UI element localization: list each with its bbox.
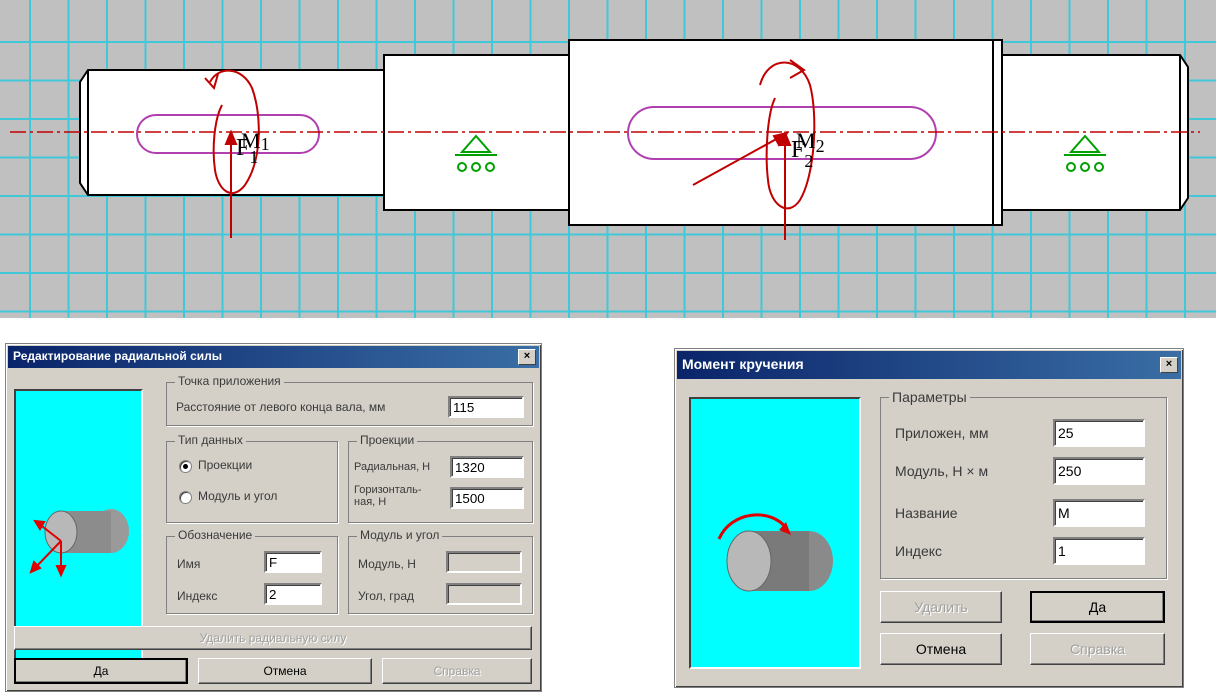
delete-radial-force-button[interactable]: Удалить радиальную силу	[14, 626, 532, 650]
radial-force-dialog: Редактирование радиальной силы × Точка п…	[5, 343, 542, 692]
modulus-label: Модуль, Н	[358, 557, 416, 571]
dialog-title: Момент кручения	[682, 356, 804, 372]
horizontal-label-line1: Горизонталь-	[354, 484, 422, 496]
index-field[interactable]	[264, 583, 322, 605]
close-button[interactable]: ×	[518, 349, 536, 365]
data-type-group: Тип данных	[166, 433, 338, 523]
projections-group: Проекции	[348, 433, 533, 523]
modulus-label: Модуль, Н × м	[895, 463, 989, 479]
projections-radio-label[interactable]: Проекции	[198, 458, 252, 472]
name-field[interactable]	[264, 551, 322, 573]
index-field[interactable]	[1053, 537, 1145, 565]
shaft-drawing-canvas[interactable]: F1 M1 F2 M2	[0, 0, 1216, 318]
dialog-title: Редактирование радиальной силы	[13, 349, 222, 363]
projections-radio[interactable]	[179, 460, 192, 473]
close-button[interactable]: ×	[1160, 357, 1178, 373]
modulus-field[interactable]	[1053, 457, 1145, 485]
distance-label: Расстояние от левого конца вала, мм	[176, 400, 386, 414]
torque-dialog: Момент кручения × Параметры Приложен, мм…	[674, 348, 1184, 688]
group-title: Обозначение	[175, 528, 256, 542]
name-field[interactable]	[1053, 499, 1145, 527]
cancel-button[interactable]: Отмена	[880, 633, 1002, 665]
applied-label: Приложен, мм	[895, 425, 989, 441]
distance-field[interactable]	[448, 396, 524, 418]
title-bar[interactable]: Момент кручения ×	[677, 351, 1181, 379]
angle-label: Угол, град	[358, 589, 415, 603]
angle-field[interactable]	[446, 583, 522, 605]
ok-button[interactable]: Да	[1030, 591, 1165, 623]
cancel-button[interactable]: Отмена	[198, 658, 372, 684]
radial-field[interactable]	[450, 456, 524, 478]
group-title: Проекции	[357, 433, 418, 447]
torque-preview-icon	[717, 513, 833, 592]
group-title: Параметры	[889, 389, 970, 405]
preview-image	[689, 397, 861, 669]
name-label: Имя	[177, 557, 201, 571]
modulus-angle-radio[interactable]	[179, 491, 192, 504]
group-title: Тип данных	[175, 433, 246, 447]
horizontal-field[interactable]	[450, 487, 524, 509]
ok-button[interactable]: Да	[14, 658, 188, 684]
applied-field[interactable]	[1053, 419, 1145, 447]
shaft-drawing: F1 M1 F2 M2	[0, 0, 1216, 318]
title-bar[interactable]: Редактирование радиальной силы ×	[8, 346, 539, 368]
group-title: Точка приложения	[175, 374, 284, 388]
index-label: Индекс	[177, 589, 218, 603]
horizontal-label: Горизонталь- ная, Н	[354, 484, 422, 508]
group-title: Модуль и угол	[357, 528, 443, 542]
modulus-angle-radio-label[interactable]: Модуль и угол	[198, 489, 277, 503]
modulus-field[interactable]	[446, 551, 522, 573]
help-button[interactable]: Справка	[1030, 633, 1165, 665]
name-label: Название	[895, 505, 958, 521]
help-button[interactable]: Справка	[382, 658, 532, 684]
index-label: Индекс	[895, 543, 943, 559]
delete-button[interactable]: Удалить	[880, 591, 1002, 623]
horizontal-label-line2: ная, Н	[354, 496, 387, 508]
radial-label: Радиальная, Н	[354, 461, 431, 473]
